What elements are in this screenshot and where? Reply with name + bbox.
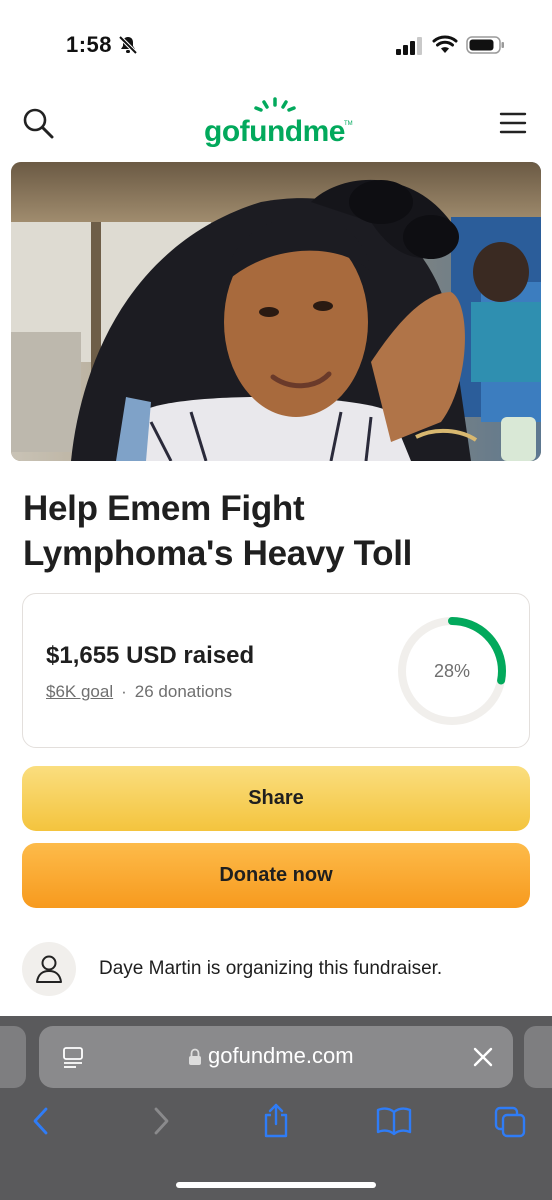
bell-slash-icon — [118, 35, 138, 55]
status-bar: 1:58 — [0, 0, 552, 90]
logo-sun-icon — [254, 97, 296, 112]
status-time: 1:58 — [66, 32, 113, 57]
person-icon — [36, 955, 62, 983]
gofundme-logo[interactable]: gofundme TM — [204, 97, 354, 151]
next-tab-preview[interactable] — [524, 1026, 552, 1088]
hamburger-menu-icon — [499, 112, 527, 134]
separator-dot: · — [121, 682, 127, 701]
tabs-icon[interactable] — [494, 1106, 526, 1138]
organizer-row[interactable]: Daye Martin is organizing this fundraise… — [22, 942, 532, 998]
battery-icon — [466, 36, 504, 54]
menu-button[interactable] — [498, 109, 528, 137]
url-text[interactable]: gofundme.com — [208, 1043, 354, 1069]
bookmarks-icon[interactable] — [376, 1106, 412, 1136]
wifi-icon — [432, 35, 458, 53]
campaign-photo — [11, 162, 541, 461]
donate-now-button[interactable]: Donate now — [22, 843, 530, 908]
search-icon — [23, 108, 54, 139]
organizer-avatar — [22, 942, 76, 996]
home-indicator[interactable] — [176, 1182, 376, 1188]
app-header: gofundme TM — [0, 95, 552, 155]
raised-amount: $1,655 USD raised — [46, 642, 255, 669]
previous-tab-preview[interactable] — [0, 1026, 26, 1088]
lock-icon — [189, 1048, 201, 1065]
page-menu-icon[interactable] — [61, 1046, 85, 1070]
address-bar[interactable]: gofundme.com — [39, 1026, 513, 1088]
forward-icon[interactable] — [150, 1106, 172, 1136]
progress-percent: 28% — [433, 661, 471, 681]
back-icon[interactable] — [30, 1106, 52, 1136]
browser-toolbar — [0, 1100, 552, 1150]
share-button[interactable]: Share — [22, 766, 530, 831]
campaign-hero-image[interactable] — [11, 162, 541, 461]
logo-text: gofundme — [204, 115, 345, 148]
share-icon[interactable] — [260, 1102, 292, 1138]
organizer-text: Daye Martin is organizing this fundraise… — [99, 958, 443, 979]
clear-icon[interactable] — [473, 1047, 493, 1067]
goal-link[interactable]: $6K goal — [46, 682, 113, 701]
signal-icon — [396, 37, 422, 55]
logo-trademark: TM — [344, 121, 353, 127]
campaign-title: Help Emem Fight Lymphoma's Heavy Toll — [23, 489, 413, 573]
progress-card: $1,655 USD raised $6K goal · 26 donations … — [22, 593, 530, 748]
browser-bar: gofundme.com — [0, 1016, 552, 1200]
search-button[interactable] — [22, 107, 56, 141]
donation-count: 26 donations — [134, 682, 233, 701]
progress-details: $6K goal · 26 donations — [46, 682, 232, 702]
progress-ring: 28% — [395, 614, 509, 728]
